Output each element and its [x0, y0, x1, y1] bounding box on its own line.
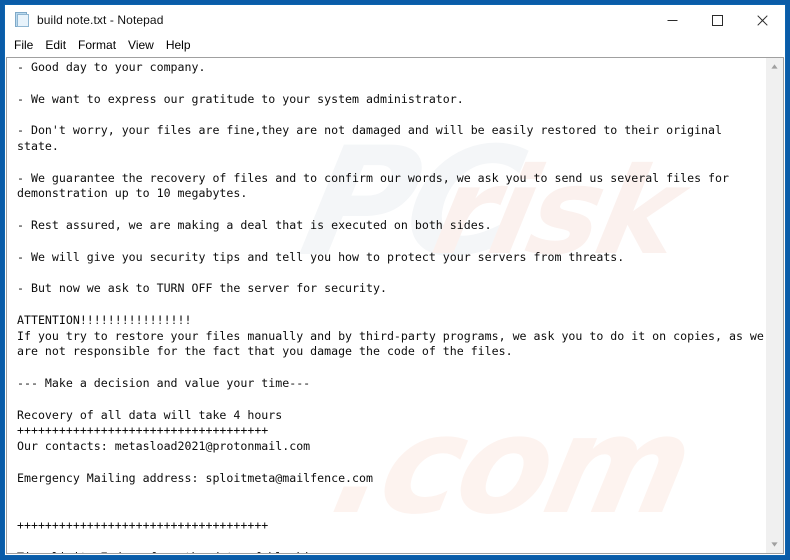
maximize-icon	[712, 14, 723, 26]
title-bar[interactable]: build note.txt - Notepad	[5, 5, 785, 35]
menu-item-help[interactable]: Help	[160, 36, 197, 55]
close-icon	[757, 14, 768, 26]
close-button[interactable]	[740, 5, 785, 35]
vertical-scrollbar[interactable]	[765, 58, 783, 553]
maximize-button[interactable]	[695, 5, 740, 35]
ransom-note-textarea[interactable]: - Good day to your company. - We want to…	[7, 58, 765, 553]
window-controls	[650, 5, 785, 35]
scrollbar-track[interactable]	[766, 75, 783, 536]
menu-item-format[interactable]: Format	[72, 36, 122, 55]
minimize-button[interactable]	[650, 5, 695, 35]
chevron-down-icon	[771, 542, 778, 547]
menu-item-view[interactable]: View	[122, 36, 160, 55]
note-body-text: - Good day to your company. - We want to…	[17, 60, 764, 553]
desktop-backdrop: build note.txt - Notepad File Edit Forma…	[0, 0, 790, 560]
window-title: build note.txt - Notepad	[37, 13, 164, 27]
editor-area: PC risk .com - Good day to your company.…	[6, 57, 784, 554]
menu-item-file[interactable]: File	[8, 36, 39, 55]
notepad-document-icon	[14, 12, 30, 28]
chevron-up-icon	[771, 64, 778, 69]
menu-item-edit[interactable]: Edit	[39, 36, 72, 55]
scroll-up-button[interactable]	[766, 58, 783, 75]
minimize-icon	[667, 19, 678, 21]
scroll-down-button[interactable]	[766, 536, 783, 553]
menu-bar: File Edit Format View Help	[5, 35, 785, 57]
notepad-window: build note.txt - Notepad File Edit Forma…	[4, 4, 786, 556]
